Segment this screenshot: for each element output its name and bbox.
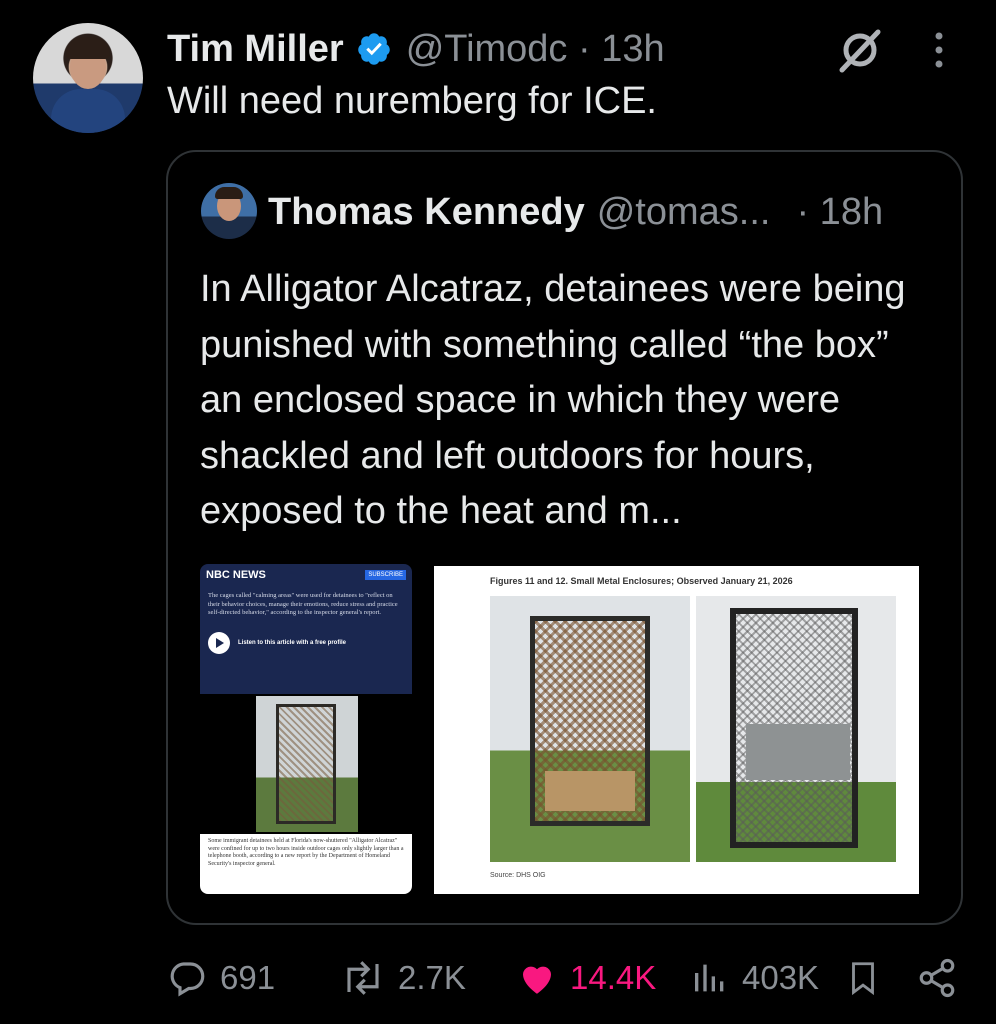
nbc-caption: Some immigrant detainees held at Florida… <box>200 834 412 894</box>
figure-source: Source: DHS OIG <box>490 872 546 879</box>
quoted-author-name[interactable]: Thomas Kennedy <box>268 191 585 234</box>
like-icon <box>523 966 551 994</box>
reply-icon <box>170 962 205 997</box>
nbc-article-body: The cages called "calming areas" were us… <box>200 586 412 694</box>
author-handle[interactable]: @Timodc · 13h <box>406 28 665 71</box>
author-avatar[interactable] <box>33 23 143 133</box>
quoted-tweet-header: Thomas Kennedy @tomas... · 18h <box>268 188 883 236</box>
tweet-text: Will need nuremberg for ICE. <box>167 80 657 122</box>
play-icon <box>208 631 230 654</box>
separator: · <box>578 27 591 70</box>
bookmark-icon[interactable] <box>844 957 882 999</box>
quoted-author-handle[interactable]: @tomas... <box>597 191 771 234</box>
more-icon[interactable] <box>928 28 950 72</box>
grok-icon[interactable] <box>836 26 884 74</box>
reply-button[interactable]: 691 <box>166 950 275 1006</box>
dhs-report-figure[interactable]: Figures 11 and 12. Small Metal Enclosure… <box>434 566 919 894</box>
nbc-header: NBC NEWS SUBSCRIBE <box>200 564 412 586</box>
like-count: 14.4K <box>570 959 657 996</box>
figure-11-photo <box>490 596 690 862</box>
quoted-author-avatar[interactable] <box>201 183 257 239</box>
nbc-logo: NBC NEWS <box>206 569 266 581</box>
views-button[interactable]: 403K <box>690 950 819 1006</box>
reply-count: 691 <box>220 959 276 996</box>
views-count: 403K <box>742 959 820 996</box>
nbc-paragraph: The cages called "calming areas" were us… <box>208 592 398 617</box>
action-bar: 691 2.7K 14.4K 403K <box>0 950 996 1006</box>
verified-badge-icon <box>357 33 390 65</box>
handle-text: @Timodc <box>405 27 568 70</box>
nbc-subscribe: SUBSCRIBE <box>365 570 406 580</box>
nbc-news-screenshot[interactable]: NBC NEWS SUBSCRIBE The cages called "cal… <box>200 564 412 894</box>
repost-count: 2.7K <box>398 959 466 996</box>
quoted-tweet-time[interactable]: · 18h <box>796 191 883 234</box>
figure-12-photo <box>696 596 896 862</box>
views-icon <box>695 964 724 992</box>
quoted-tweet[interactable]: Thomas Kennedy @tomas... · 18h In Alliga… <box>166 150 963 925</box>
quoted-tweet-text: In Alligator Alcatraz, detainees were be… <box>200 268 906 532</box>
nbc-cage-photo <box>200 694 412 834</box>
author-name[interactable]: Tim Miller <box>167 28 344 71</box>
repost-button[interactable]: 2.7K <box>340 950 466 1006</box>
figure-title: Figures 11 and 12. Small Metal Enclosure… <box>490 576 793 586</box>
like-button[interactable]: 14.4K <box>516 950 656 1006</box>
tweet-header: Tim Miller @Timodc · 13h <box>167 24 665 74</box>
nbc-listen-label: Listen to this article with a free profi… <box>238 639 347 646</box>
share-icon[interactable] <box>916 957 958 999</box>
nbc-audio-player: Listen to this article with a free profi… <box>208 631 404 654</box>
tweet-time[interactable]: 13h <box>601 28 664 70</box>
repost-icon <box>347 961 379 995</box>
